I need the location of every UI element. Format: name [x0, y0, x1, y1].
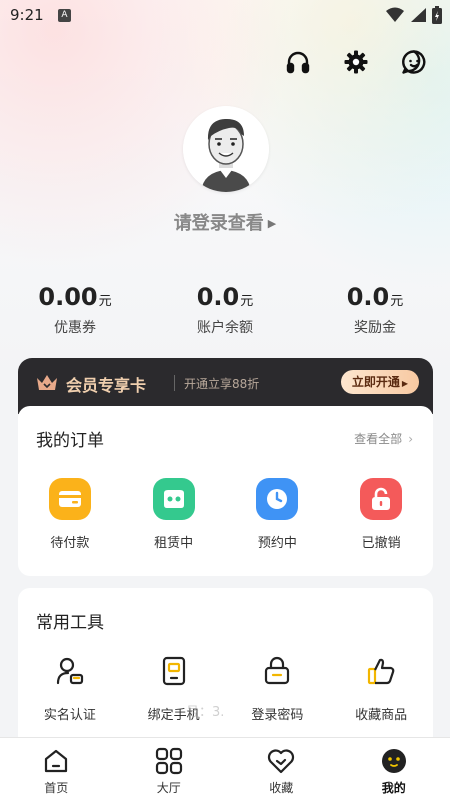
stat-label: 奖励金: [300, 317, 450, 337]
signal-icon: [410, 7, 426, 23]
vip-activate-label: 立即开通: [352, 375, 400, 389]
nav-home[interactable]: 首页: [0, 738, 113, 801]
home-icon: [41, 746, 71, 776]
tools-card: 常用工具 实名认证 绑定手机 登录密码 收藏商品: [18, 588, 433, 748]
view-all-label: 查看全部: [354, 432, 402, 446]
order-reserved[interactable]: 预约中: [226, 478, 330, 551]
tool-login-password[interactable]: 登录密码: [226, 654, 330, 723]
order-label: 已撤销: [362, 532, 401, 551]
wifi-icon: [386, 7, 404, 23]
unlock-icon: [360, 478, 402, 520]
tool-label: 登录密码: [251, 704, 303, 723]
stat-value: 0.00: [38, 283, 97, 311]
heart-icon: [266, 746, 296, 776]
divider: [174, 375, 175, 391]
tool-favorites[interactable]: 收藏商品: [329, 654, 433, 723]
nav-hall[interactable]: 大厅: [113, 738, 226, 801]
order-label: 待付款: [50, 532, 89, 551]
order-status-grid: 待付款 租赁中 预约中 已撤销: [18, 478, 433, 551]
tool-id-verification[interactable]: 实名认证: [18, 654, 122, 723]
chevron-right-icon: ▶: [402, 379, 408, 388]
gear-icon[interactable]: [342, 48, 370, 76]
login-prompt-text: 请登录查看: [174, 213, 264, 234]
stat-value: 0.0: [197, 283, 240, 311]
login-prompt-link[interactable]: 请登录查看 ▶: [0, 209, 450, 235]
lock-icon: [260, 654, 294, 688]
view-all-orders-link[interactable]: 查看全部 ›: [354, 430, 413, 447]
watermark-overlay-text: 号：3.: [186, 701, 224, 720]
headset-icon[interactable]: [284, 48, 312, 76]
vip-subtitle: 开通立享88折: [184, 375, 259, 392]
vip-activate-button[interactable]: 立即开通▶: [341, 370, 419, 394]
tools-title: 常用工具: [36, 608, 104, 633]
stat-rewards[interactable]: 0.0元 奖励金: [300, 283, 450, 337]
grid-icon: [154, 746, 184, 776]
gamepad-icon: [153, 478, 195, 520]
chevron-right-icon: ▶: [268, 217, 276, 230]
bottom-navigation: 首页 大厅 收藏 我的: [0, 737, 450, 801]
tool-label: 实名认证: [44, 704, 96, 723]
status-bar: 9:21 A: [0, 0, 450, 32]
order-label: 租赁中: [154, 532, 193, 551]
clock-icon: [256, 478, 298, 520]
order-cancelled[interactable]: 已撤销: [329, 478, 433, 551]
nav-profile[interactable]: 我的: [338, 738, 450, 801]
wallet-icon: [49, 478, 91, 520]
chat-icon[interactable]: [400, 48, 428, 76]
account-stats: 0.00元 优惠券 0.0元 账户余额 0.0元 奖励金: [0, 283, 450, 337]
stat-balance[interactable]: 0.0元 账户余额: [150, 283, 300, 337]
crown-icon: [36, 374, 58, 392]
profile-face-icon: [379, 746, 409, 776]
nav-label: 我的: [382, 779, 406, 796]
nav-favorites[interactable]: 收藏: [225, 738, 338, 801]
avatar[interactable]: [183, 106, 269, 192]
nav-label: 收藏: [269, 779, 293, 796]
order-renting[interactable]: 租赁中: [122, 478, 226, 551]
phone-icon: [157, 654, 191, 688]
status-time: 9:21: [10, 6, 44, 24]
id-verify-icon: [53, 654, 87, 688]
vip-title: 会员专享卡: [66, 372, 146, 396]
order-label: 预约中: [258, 532, 297, 551]
stat-value: 0.0: [347, 283, 390, 311]
tools-grid: 实名认证 绑定手机 登录密码 收藏商品: [18, 654, 433, 723]
nav-label: 首页: [44, 779, 68, 796]
thumbs-up-icon: [364, 654, 398, 688]
stat-unit: 元: [240, 294, 253, 309]
header-actions: [284, 48, 428, 76]
order-pending-payment[interactable]: 待付款: [18, 478, 122, 551]
stat-unit: 元: [99, 294, 112, 309]
chevron-right-icon: ›: [408, 432, 413, 446]
battery-icon: [432, 6, 442, 24]
stat-coupons[interactable]: 0.00元 优惠券: [0, 283, 150, 337]
orders-card: 我的订单 查看全部 › 待付款 租赁中 预约中 已撤销: [18, 406, 433, 576]
orders-title: 我的订单: [36, 426, 104, 451]
tool-label: 收藏商品: [355, 704, 407, 723]
nav-label: 大厅: [157, 779, 181, 796]
stat-label: 优惠券: [0, 317, 150, 337]
stat-unit: 元: [390, 294, 403, 309]
stat-label: 账户余额: [150, 317, 300, 337]
status-icons: [386, 6, 442, 24]
status-indicator: A: [58, 9, 71, 22]
